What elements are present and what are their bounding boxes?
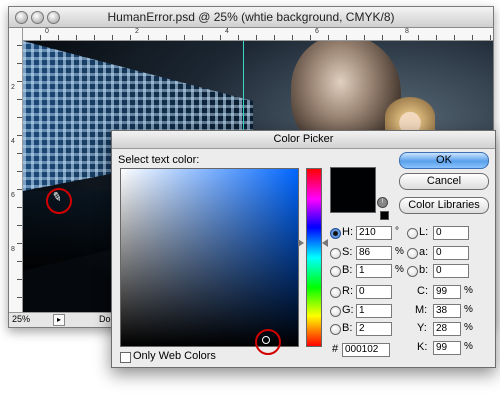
brightness-field[interactable]: 1 bbox=[356, 264, 392, 278]
green-field[interactable]: 1 bbox=[356, 304, 392, 318]
black-label: K: bbox=[417, 341, 428, 353]
saturation-field[interactable]: 86 bbox=[356, 246, 392, 260]
hex-label: # bbox=[332, 343, 339, 355]
cyan-unit: % bbox=[464, 285, 473, 296]
blue-label: B: bbox=[342, 322, 353, 334]
color-picker-titlebar[interactable]: Color Picker bbox=[112, 131, 495, 149]
magenta-field[interactable]: 38 bbox=[433, 304, 461, 318]
web-safe-color-swatch[interactable] bbox=[380, 211, 389, 220]
hex-field[interactable]: 000102 bbox=[342, 343, 390, 357]
select-color-prompt: Select text color: bbox=[118, 154, 200, 166]
a-channel-radio[interactable] bbox=[407, 248, 418, 259]
blue-radio[interactable] bbox=[330, 324, 341, 335]
guide-line[interactable] bbox=[243, 41, 244, 141]
ruler-tick-label: 0 bbox=[45, 28, 49, 35]
black-field[interactable]: 99 bbox=[433, 341, 461, 355]
color-picker-dialog: Color Picker Select text color: ! OK Can… bbox=[111, 130, 496, 368]
black-unit: % bbox=[464, 341, 473, 352]
document-title: HumanError.psd @ 25% (whtie background, … bbox=[107, 10, 395, 24]
only-web-colors-label: Only Web Colors bbox=[133, 350, 216, 362]
vertical-ruler[interactable]: 2 4 6 8 bbox=[9, 28, 23, 313]
status-menu-icon[interactable]: ▸ bbox=[53, 314, 65, 326]
cancel-button[interactable]: Cancel bbox=[399, 173, 489, 190]
magenta-unit: % bbox=[464, 304, 473, 315]
brightness-label: B: bbox=[342, 264, 353, 276]
cyan-field[interactable]: 99 bbox=[433, 285, 461, 299]
magenta-label: M: bbox=[415, 304, 428, 316]
new-color-swatch bbox=[330, 167, 376, 213]
lightness-field[interactable]: 0 bbox=[433, 226, 469, 240]
yellow-field[interactable]: 28 bbox=[433, 322, 461, 336]
hue-label: H: bbox=[342, 226, 353, 238]
green-radio[interactable] bbox=[330, 306, 341, 317]
saturation-radio[interactable] bbox=[330, 248, 341, 259]
ok-button[interactable]: OK bbox=[399, 152, 489, 169]
horizontal-ruler[interactable]: 0 2 4 6 8 bbox=[23, 28, 493, 41]
saturation-label: S: bbox=[342, 246, 353, 258]
yellow-unit: % bbox=[464, 322, 473, 333]
a-channel-field[interactable]: 0 bbox=[433, 246, 469, 260]
ruler-tick-label: 6 bbox=[11, 192, 15, 199]
hue-slider-handle-right[interactable] bbox=[322, 239, 328, 247]
hue-unit: ° bbox=[395, 226, 399, 237]
hue-slider-handle-left[interactable] bbox=[298, 239, 304, 247]
brightness-unit: % bbox=[395, 264, 404, 275]
lightness-radio[interactable] bbox=[407, 228, 418, 239]
color-field[interactable] bbox=[120, 168, 299, 347]
dialog-title: Color Picker bbox=[273, 133, 334, 145]
blue-field[interactable]: 2 bbox=[356, 322, 392, 336]
only-web-colors-checkbox[interactable] bbox=[120, 352, 131, 363]
red-field[interactable]: 0 bbox=[356, 285, 392, 299]
brightness-radio[interactable] bbox=[330, 266, 341, 277]
red-label: R: bbox=[342, 285, 353, 297]
b-channel-field[interactable]: 0 bbox=[433, 264, 469, 278]
document-titlebar[interactable]: HumanError.psd @ 25% (whtie background, … bbox=[9, 7, 493, 28]
red-radio[interactable] bbox=[330, 287, 341, 298]
cyan-label: C: bbox=[417, 285, 428, 297]
saturation-unit: % bbox=[395, 246, 404, 257]
ruler-tick-label: 8 bbox=[405, 28, 409, 35]
ruler-tick-label: 4 bbox=[225, 28, 229, 35]
b-channel-label: b: bbox=[419, 264, 429, 276]
hue-radio[interactable] bbox=[330, 228, 341, 239]
yellow-label: Y: bbox=[417, 322, 427, 334]
lightness-label: L: bbox=[419, 226, 429, 238]
b-channel-radio[interactable] bbox=[407, 266, 418, 277]
zoom-level[interactable]: 25% bbox=[12, 314, 30, 324]
hue-slider[interactable] bbox=[306, 168, 322, 347]
ruler-tick-label: 4 bbox=[11, 138, 15, 145]
color-libraries-button[interactable]: Color Libraries bbox=[399, 197, 489, 214]
ruler-tick-label: 6 bbox=[315, 28, 319, 35]
ruler-tick-label: 8 bbox=[11, 246, 15, 253]
hue-field[interactable]: 210 bbox=[356, 226, 392, 240]
highlight-circle bbox=[255, 329, 281, 355]
a-channel-label: a: bbox=[419, 246, 429, 258]
green-label: G: bbox=[342, 304, 354, 316]
out-of-gamut-warning-icon[interactable]: ! bbox=[377, 197, 388, 208]
ruler-tick-label: 2 bbox=[11, 84, 15, 91]
ruler-tick-label: 2 bbox=[135, 28, 139, 35]
